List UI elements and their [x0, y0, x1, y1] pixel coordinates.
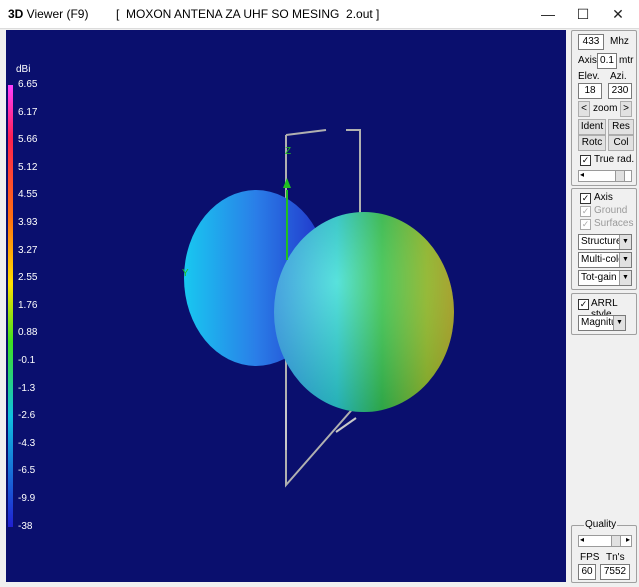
close-button[interactable]: ✕ [595, 0, 639, 28]
elevation-input[interactable]: 18 [578, 83, 602, 99]
color-mode-select[interactable]: Multi-colo ▼ [578, 252, 632, 268]
arrl-group: ✓ ARRL style Magnitu▼ [571, 293, 637, 335]
true-rad-checkbox[interactable]: ✓ [580, 155, 591, 166]
frequency-input[interactable]: 433 [578, 34, 604, 50]
axis-check-label: Axis [594, 192, 613, 203]
zoom-label: zoom [593, 103, 618, 114]
frequency-unit: Mhz [610, 36, 629, 47]
chevron-down-icon: ▼ [619, 235, 631, 249]
gain-select[interactable]: Tot-gain ▼ [578, 270, 632, 286]
ground-label: Ground [594, 205, 628, 216]
control-panel: 433 Mhz Axis 0.1 mtr Elev. Azi. 18 230 <… [571, 30, 637, 583]
surfaces-label: Surfaces [594, 218, 634, 229]
res-button[interactable]: Res [608, 119, 634, 135]
z-axis-label: Z [285, 146, 291, 157]
chevron-down-icon: ▼ [619, 253, 631, 267]
elevation-label: Elev. [578, 71, 600, 82]
axis-size-input[interactable]: 0.1 [597, 53, 617, 69]
ground-checkbox[interactable]: ✓ [580, 206, 591, 217]
view-group: 433 Mhz Axis 0.1 mtr Elev. Azi. 18 230 <… [571, 30, 637, 186]
true-rad-slider[interactable]: ◂ [578, 170, 632, 182]
surfaces-checkbox[interactable]: ✓ [580, 219, 591, 230]
rotc-button[interactable]: Rotc [578, 135, 606, 151]
magnitude-select[interactable]: Magnitu ▼ [578, 315, 626, 331]
quality-label: Quality [584, 519, 618, 530]
quality-slider[interactable]: ◂ ▸ [578, 535, 632, 547]
axis-size-label: Axis [578, 55, 597, 66]
radiation-pattern: Z Y [182, 129, 454, 488]
display-group: ✓ Axis ✓ Ground ✓ Surfaces Structure ▼ Mu… [571, 188, 637, 290]
y-axis-label: Y [182, 268, 189, 279]
true-rad-label: True rad. [594, 154, 635, 165]
fps-label: FPS [580, 552, 600, 563]
axis-checkbox[interactable]: ✓ [580, 193, 591, 204]
slider-thumb[interactable] [611, 536, 621, 546]
arrl-checkbox[interactable]: ✓ [578, 299, 589, 310]
tns-value: 7552 [600, 564, 630, 580]
quality-group: Quality ◂ ▸ FPS Tn's 60 7552 [571, 519, 637, 583]
chevron-down-icon: ▼ [619, 271, 631, 285]
axis-unit: mtr [619, 55, 634, 66]
tns-label: Tn's [606, 552, 625, 563]
ident-button[interactable]: Ident [578, 119, 606, 135]
chevron-down-icon: ▼ [613, 316, 625, 330]
document-title: [ MOXON ANTENA ZA UHF SO MESING 2.out ] [116, 7, 380, 21]
title-bar: 3D Viewer (F9) [ MOXON ANTENA ZA UHF SO … [0, 0, 639, 29]
col-button[interactable]: Col [608, 135, 634, 151]
zoom-in-button[interactable]: > [620, 101, 632, 117]
3d-viewport[interactable]: dBi 6.65 6.17 5.66 5.12 4.55 3.93 3.27 2.55 1.76… [6, 30, 566, 582]
window-title: 3D Viewer (F9) [8, 7, 89, 21]
structure-select[interactable]: Structure ▼ [578, 234, 632, 250]
azimuth-label: Azi. [610, 71, 627, 82]
azimuth-input[interactable]: 230 [608, 83, 632, 99]
zoom-out-button[interactable]: < [578, 101, 590, 117]
slider-thumb[interactable] [615, 171, 625, 181]
fps-value: 60 [578, 564, 596, 580]
